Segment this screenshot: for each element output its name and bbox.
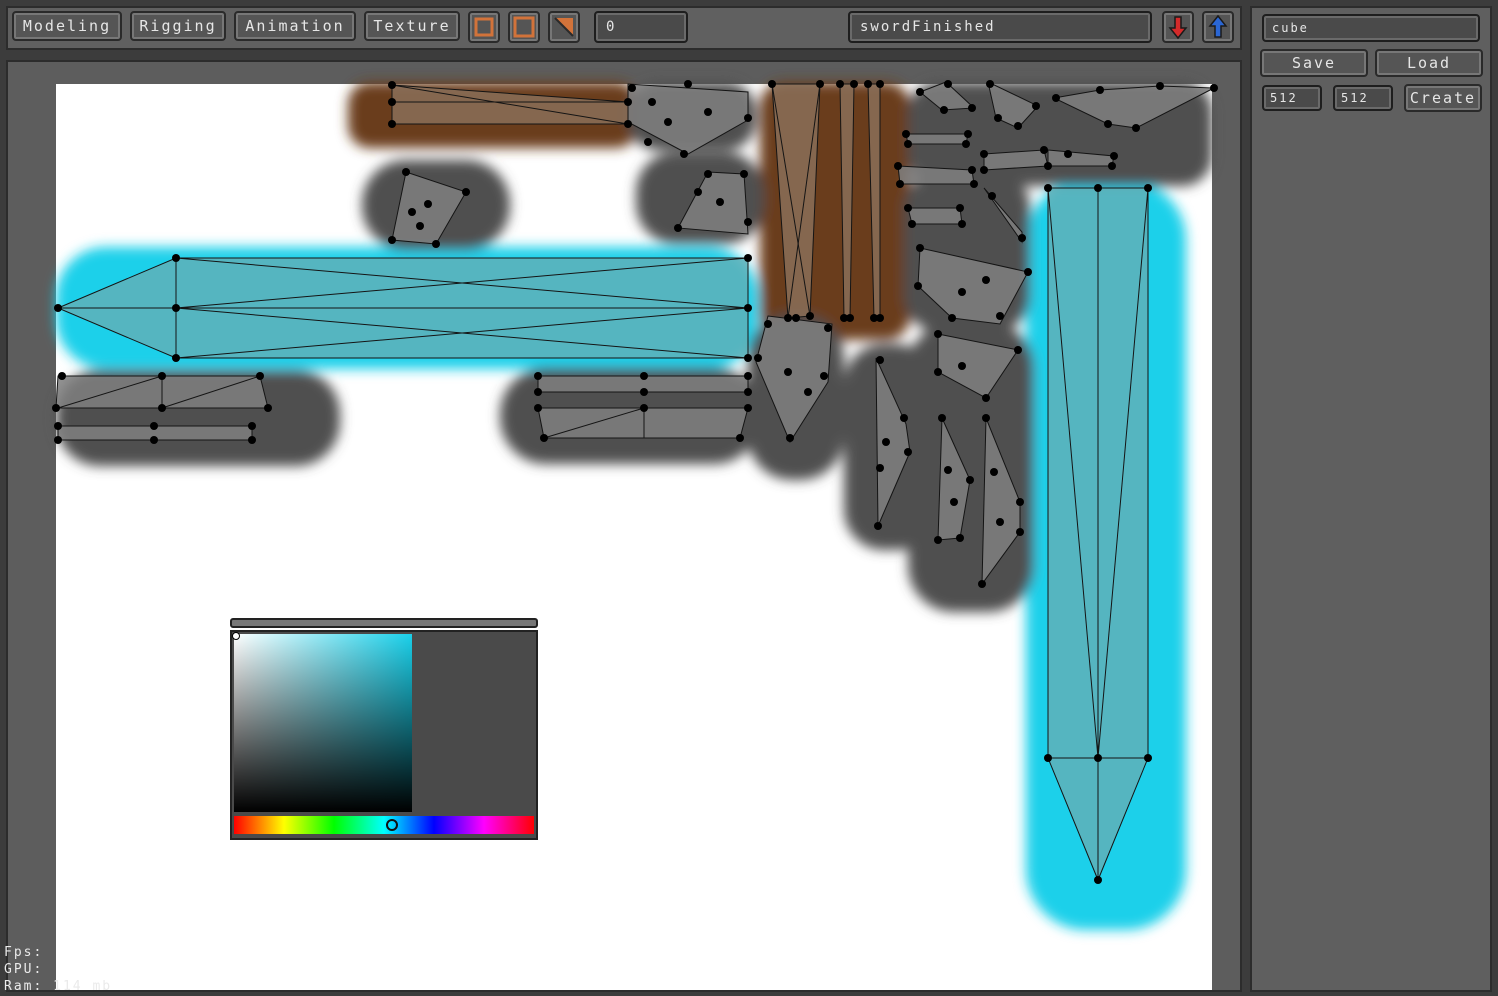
create-button[interactable]: Create — [1404, 84, 1482, 112]
save-label: Save — [1291, 54, 1337, 72]
frame-field[interactable]: 0 — [594, 11, 688, 43]
hue-slider[interactable] — [234, 816, 534, 834]
file-name-value: swordFinished — [860, 19, 996, 35]
select-vertex-button[interactable] — [468, 11, 500, 43]
upload-button[interactable] — [1202, 11, 1234, 43]
download-button[interactable] — [1162, 11, 1194, 43]
color-cursor[interactable] — [232, 632, 240, 640]
file-name-input[interactable]: swordFinished — [848, 11, 1152, 43]
gpu-label: GPU: — [4, 962, 44, 977]
load-label: Load — [1406, 54, 1452, 72]
texture-height-input[interactable]: 512 — [1333, 85, 1393, 111]
select-face-button[interactable] — [508, 11, 540, 43]
tab-texture-label: Texture — [373, 17, 451, 35]
load-button[interactable]: Load — [1375, 49, 1483, 77]
tab-rigging[interactable]: Rigging — [130, 11, 226, 41]
object-name-input[interactable]: cube — [1262, 14, 1480, 42]
frame-value: 0 — [606, 19, 617, 35]
texture-height-value: 512 — [1341, 91, 1369, 105]
face-mode-icon — [513, 16, 535, 38]
gpu-row: GPU: — [4, 961, 112, 978]
ram-label: Ram: — [4, 979, 44, 994]
tab-rigging-label: Rigging — [139, 17, 217, 35]
select-triangle-button[interactable] — [548, 11, 580, 43]
save-button[interactable]: Save — [1260, 49, 1368, 77]
hue-handle[interactable] — [386, 819, 398, 831]
tab-modeling-label: Modeling — [22, 17, 112, 35]
triangle-mode-icon — [554, 17, 574, 37]
uv-canvas[interactable] — [8, 62, 1240, 990]
color-picker — [230, 630, 538, 840]
performance-stats: Fps: GPU: Ram: 114 mb — [4, 944, 112, 995]
create-label: Create — [1409, 89, 1477, 107]
tab-modeling[interactable]: Modeling — [12, 11, 122, 41]
ram-value: 114 mb — [53, 979, 113, 994]
tab-animation-label: Animation — [245, 17, 345, 35]
object-name-value: cube — [1272, 21, 1309, 35]
saturation-value-field[interactable] — [234, 634, 412, 812]
right-panel — [1250, 6, 1492, 992]
texture-width-value: 512 — [1270, 91, 1298, 105]
ram-row: Ram: 114 mb — [4, 978, 112, 995]
tab-animation[interactable]: Animation — [234, 11, 356, 41]
texture-width-input[interactable]: 512 — [1262, 85, 1322, 111]
arrow-down-icon — [1168, 16, 1188, 40]
fps-row: Fps: — [4, 944, 112, 961]
texture-viewport[interactable] — [6, 60, 1242, 992]
tab-texture[interactable]: Texture — [364, 11, 460, 41]
arrow-up-icon — [1208, 14, 1228, 38]
vertex-mode-icon — [474, 17, 494, 37]
fps-label: Fps: — [4, 945, 44, 960]
color-picker-title-bar[interactable] — [230, 618, 538, 628]
